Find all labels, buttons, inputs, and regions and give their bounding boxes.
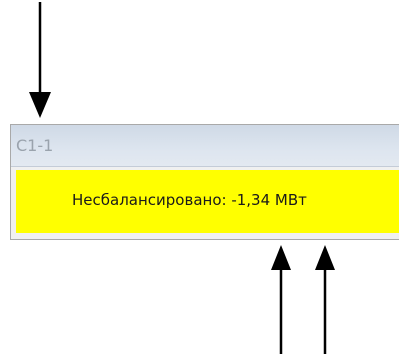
panel-header: С1-1 xyxy=(11,125,399,167)
status-box: Несбалансировано: -1,34 МВт xyxy=(16,170,399,233)
panel-title: С1-1 xyxy=(16,136,54,155)
balance-panel: С1-1 Несбалансировано: -1,34 МВт xyxy=(10,124,399,240)
imbalance-status-text: Несбалансировано: -1,34 МВт xyxy=(72,191,307,209)
up-arrow-icon xyxy=(315,245,335,354)
down-arrow-icon xyxy=(29,2,51,118)
up-arrow-icon xyxy=(271,245,291,354)
